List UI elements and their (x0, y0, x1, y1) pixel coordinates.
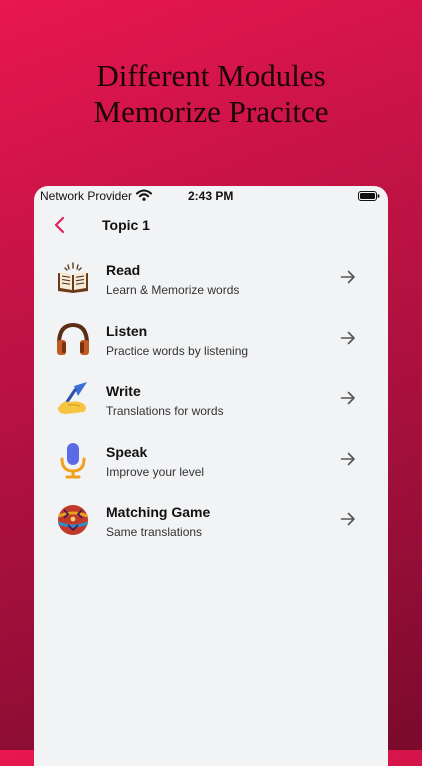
module-item-listen[interactable]: Listen Practice words by listening (34, 310, 388, 371)
module-item-read[interactable]: Read Learn & Memorize words (34, 249, 388, 310)
status-bar: Network Provider 2:43 PM (34, 186, 388, 206)
wifi-icon (136, 189, 152, 201)
module-title: Listen (106, 322, 148, 339)
module-subtitle: Improve your level (106, 464, 205, 479)
arrow-right-icon[interactable] (340, 511, 356, 527)
module-title: Matching Game (106, 504, 211, 520)
writing-hand-icon (58, 382, 87, 414)
module-subtitle: Practice words by listening (106, 343, 249, 358)
page-title: Topic 1 (102, 217, 150, 233)
headline-line-1: Different Modules (96, 58, 326, 93)
game-ball-icon (57, 505, 89, 535)
module-title: Write (106, 383, 141, 399)
module-subtitle: Learn & Memorize words (106, 283, 240, 297)
carrier-name: Network Provider (40, 189, 133, 203)
chevron-left-icon[interactable] (50, 215, 70, 235)
module-title: Read (106, 262, 141, 278)
arrow-right-icon[interactable] (340, 330, 356, 346)
module-subtitle: Translations for words (106, 404, 224, 418)
arrow-right-icon[interactable] (340, 269, 356, 285)
headline-line-2: Memorize Pracitce (93, 94, 329, 129)
arrow-right-icon[interactable] (340, 390, 356, 406)
microphone-icon (60, 442, 86, 478)
book-icon (58, 262, 88, 293)
phone-screen: Network Provider 2:43 PM Topic 1 Read Le… (34, 186, 388, 766)
battery-icon (358, 191, 380, 201)
module-list: Read Learn & Memorize words Listen Pract… (34, 249, 388, 552)
arrow-right-icon[interactable] (340, 451, 356, 467)
promo-headline: Different Modules Memorize Pracitce (0, 58, 422, 130)
module-subtitle: Same translations (106, 525, 203, 539)
module-item-speak[interactable]: Speak Improve your level (34, 431, 388, 492)
module-item-write[interactable]: Write Translations for words (34, 370, 388, 431)
nav-bar: Topic 1 (34, 210, 388, 240)
status-time: 2:43 PM (188, 189, 234, 203)
module-title: Speak (106, 443, 148, 460)
module-item-matching-game[interactable]: Matching Game Same translations (34, 491, 388, 552)
headphones-icon (57, 322, 89, 355)
